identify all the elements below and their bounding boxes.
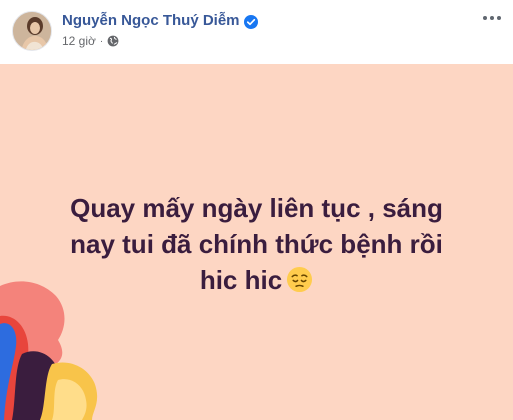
more-options-icon <box>483 16 487 20</box>
author-line: Nguyễn Ngọc Thuý Diễm <box>62 12 258 29</box>
pensive-face-icon <box>287 266 313 293</box>
post-header: Nguyễn Ngọc Thuý Diễm 12 giờ · <box>0 0 513 64</box>
more-options-icon <box>490 16 494 20</box>
author-name[interactable]: Nguyễn Ngọc Thuý Diễm <box>62 12 240 29</box>
verified-badge-icon <box>243 14 258 29</box>
post-text-line-3-wrapper: hic hic <box>30 262 483 298</box>
meta-separator: · <box>99 35 104 47</box>
post-timestamp[interactable]: 12 giờ <box>62 34 96 48</box>
post-text-line-1: Quay mấy ngày liên tục , sáng <box>70 193 443 223</box>
globe-icon[interactable] <box>107 35 119 47</box>
post-text-line-3: hic hic <box>199 265 283 295</box>
post-text: Quay mấy ngày liên tục , sáng nay tui đã… <box>30 190 483 298</box>
more-options-icon <box>497 16 501 20</box>
avatar-photo <box>13 12 51 50</box>
post-text-line-2: nay tui đã chính thức bệnh rồi <box>70 229 443 259</box>
post-meta: 12 giờ · <box>62 34 119 48</box>
avatar[interactable] <box>12 11 52 51</box>
post-background-card: Quay mấy ngày liên tục , sáng nay tui đã… <box>0 64 513 420</box>
more-options-button[interactable] <box>480 10 504 26</box>
